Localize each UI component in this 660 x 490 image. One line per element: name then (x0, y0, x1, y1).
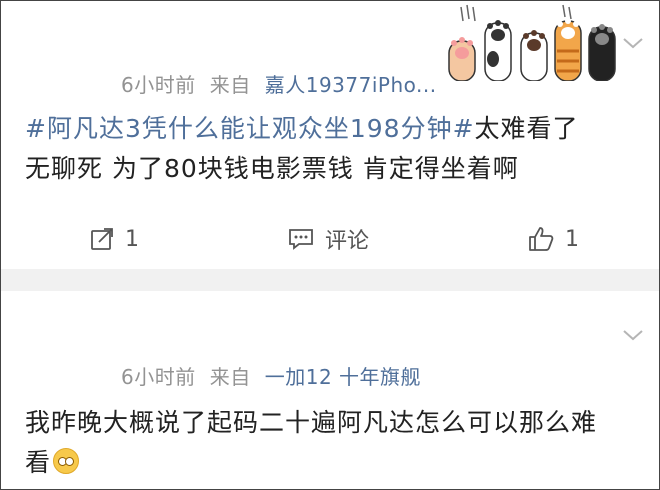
content-line-1: #阿凡达3凭什么能让观众坐198分钟#太难看了 (25, 109, 645, 149)
post-time: 6小时前 (121, 365, 196, 389)
paw-4 (554, 18, 582, 81)
paw-2 (484, 20, 512, 81)
card-separator (1, 269, 659, 291)
content-text: 看 (25, 448, 52, 477)
content-line-1: 我昨晚大概说了起码二十遍阿凡达怎么可以那么难 (25, 408, 598, 437)
from-label: 来自 (209, 73, 251, 97)
share-icon (91, 228, 113, 250)
comment-label: 评论 (325, 229, 370, 254)
content-line-2: 看 (25, 443, 645, 483)
share-button[interactable]: 1 (89, 219, 139, 259)
comment-card-1: 6小时前 来自 嘉人19377iPho... #阿凡达3凭什么能让观众坐198分钟#… (1, 1, 659, 269)
post-time: 6小时前 (121, 73, 196, 97)
like-button[interactable]: 1 (527, 219, 579, 259)
comment-card-2: 6小时前 来自 一加12 十年旗舰 我昨晚大概说了起码二十遍阿凡达怎么可以那么难 看 (1, 291, 659, 489)
cat-paws-decoration (448, 4, 616, 81)
post-source-link[interactable]: 一加12 十年旗舰 (265, 365, 421, 389)
hashtag-link[interactable]: #阿凡达3凭什么能让观众坐198分钟# (25, 114, 475, 143)
post-meta: 6小时前 来自 一加12 十年旗舰 (121, 361, 421, 390)
content-text: 太难看了 (474, 114, 579, 143)
post-content: #阿凡达3凭什么能让观众坐198分钟#太难看了 无聊死 为了80块钱电影票钱 肯… (25, 109, 645, 189)
post-meta: 6小时前 来自 嘉人19377iPho... (121, 69, 437, 98)
post-source-link[interactable]: 嘉人19377iPho... (265, 73, 437, 97)
from-label: 来自 (209, 365, 251, 389)
like-count: 1 (565, 226, 579, 252)
paw-5 (588, 24, 616, 81)
action-bar: 1 评论 1 (1, 219, 659, 259)
comment-button[interactable]: 评论 (287, 219, 369, 259)
paw-3 (520, 30, 548, 81)
content-line-2: 无聊死 为了80块钱电影票钱 肯定得坐着啊 (25, 154, 519, 183)
chevron-down-icon[interactable] (621, 327, 645, 343)
flushed-face-emoji (53, 448, 80, 474)
weibo-comments-screenshot: 6小时前 来自 嘉人19377iPho... #阿凡达3凭什么能让观众坐198分钟#… (0, 0, 660, 490)
thumbs-up-icon (529, 227, 554, 251)
chevron-down-icon[interactable] (621, 35, 645, 51)
post-content: 我昨晚大概说了起码二十遍阿凡达怎么可以那么难 看 (25, 403, 645, 483)
paw-1 (448, 37, 476, 81)
comment-icon (289, 229, 313, 250)
share-count: 1 (125, 226, 139, 252)
